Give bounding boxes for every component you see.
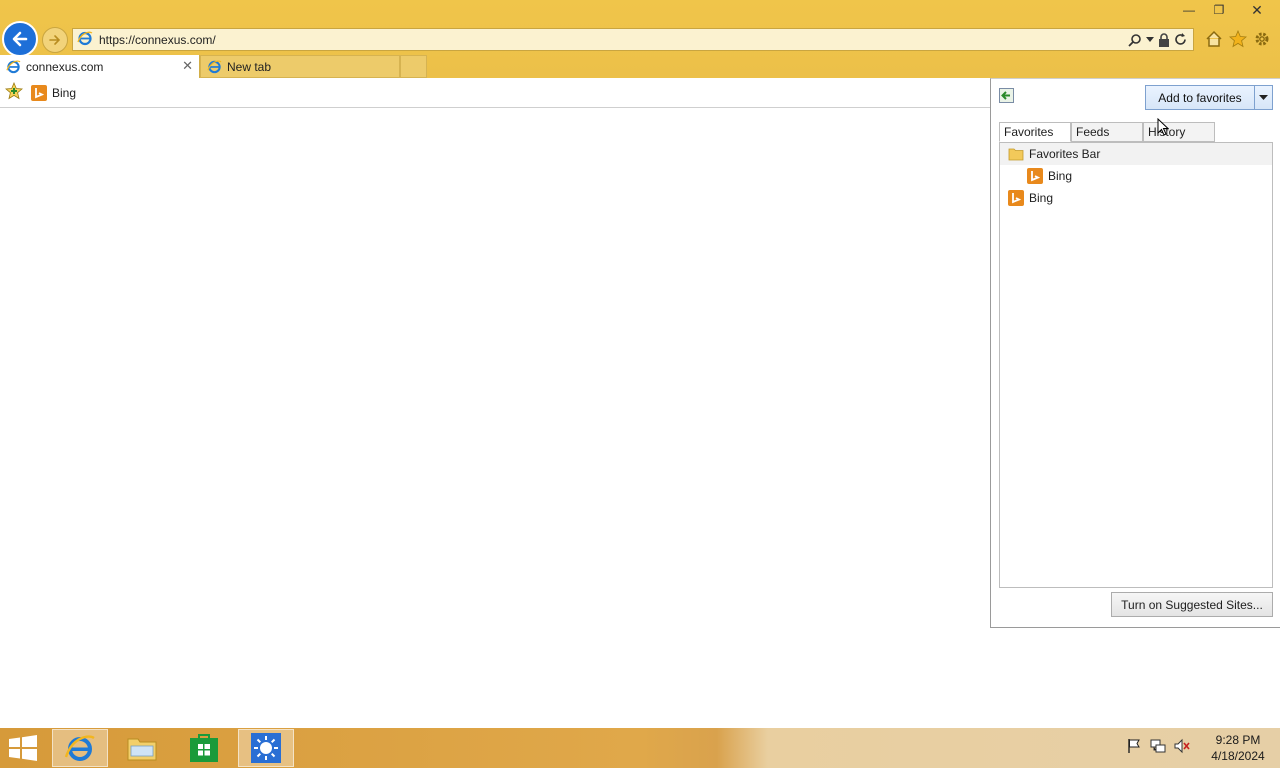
taskbar-app-internet-explorer[interactable] — [52, 729, 108, 767]
store-icon — [190, 734, 218, 762]
system-tray — [1126, 738, 1190, 754]
add-to-favorites-dropdown[interactable] — [1254, 86, 1272, 109]
tree-item-label: Bing — [1029, 191, 1054, 205]
close-window-button[interactable]: ✕ — [1234, 0, 1280, 20]
taskbar-app-file-explorer[interactable] — [114, 729, 170, 767]
tab-feeds[interactable]: Feeds — [1071, 122, 1143, 142]
tree-item-label: Favorites Bar — [1029, 147, 1101, 161]
window-controls: — ❐ ✕ — [1174, 0, 1280, 20]
favorites-pane-tabs: Favorites Feeds History — [999, 122, 1215, 142]
pin-pane-icon[interactable] — [999, 88, 1014, 103]
weather-sun-icon — [251, 733, 281, 763]
favorites-star-icon[interactable] — [1228, 28, 1248, 50]
ie-page-icon — [77, 30, 93, 49]
address-bar[interactable]: https://connexus.com/ — [72, 28, 1194, 51]
taskbar-clock[interactable]: 9:28 PM 4/18/2024 — [1202, 732, 1274, 764]
chevron-down-icon — [1259, 94, 1268, 100]
refresh-icon[interactable] — [1174, 33, 1187, 46]
turn-on-suggested-sites-button[interactable]: Turn on Suggested Sites... — [1111, 592, 1273, 617]
toolbar-buttons — [1204, 28, 1272, 50]
address-text[interactable]: https://connexus.com/ — [99, 33, 1128, 47]
favorites-bar-item-label: Bing — [52, 85, 77, 100]
tab-new-tab[interactable]: New tab — [200, 55, 400, 78]
chevron-down-icon[interactable] — [1146, 36, 1154, 43]
tab-label: connexus.com — [26, 59, 104, 74]
add-to-favorites-button[interactable]: Add to favorites — [1145, 85, 1273, 110]
clock-time: 9:28 PM — [1215, 733, 1261, 747]
folder-icon — [127, 738, 157, 761]
clock-date: 4/18/2024 — [1211, 749, 1265, 763]
home-icon[interactable] — [1204, 28, 1224, 50]
taskbar-app-weather[interactable] — [238, 729, 294, 767]
add-to-favorites-label[interactable]: Add to favorites — [1146, 86, 1254, 109]
favorites-bar: Bing — [0, 78, 990, 108]
search-icon[interactable] — [1128, 33, 1142, 47]
back-arrow-icon — [12, 31, 28, 47]
ie-page-icon — [6, 60, 21, 74]
tab-strip: connexus.com ✕ New tab — [0, 55, 427, 78]
gear-icon[interactable] — [1252, 28, 1272, 50]
minimize-button[interactable]: — — [1174, 0, 1204, 20]
close-tab-icon[interactable]: ✕ — [182, 58, 193, 74]
taskbar: 9:28 PM 4/18/2024 — [0, 728, 1280, 768]
volume-muted-icon[interactable] — [1174, 738, 1190, 754]
tree-item-favorites-bar[interactable]: Favorites Bar — [1000, 143, 1272, 165]
internet-explorer-icon — [64, 735, 95, 761]
windows-start-icon[interactable] — [8, 735, 38, 761]
tree-item-label: Bing — [1048, 169, 1073, 183]
action-center-flag-icon[interactable] — [1126, 738, 1142, 754]
address-actions — [1128, 32, 1187, 47]
tab-favorites[interactable]: Favorites — [999, 122, 1071, 142]
tree-item-bing[interactable]: Bing — [1000, 187, 1272, 209]
forward-arrow-icon — [49, 35, 61, 45]
taskbar-app-store[interactable] — [176, 729, 232, 767]
new-tab-button[interactable] — [400, 55, 427, 78]
favorites-pane: Add to favorites Favorites Feeds History… — [990, 78, 1280, 628]
favorites-bar-item-bing[interactable]: Bing — [31, 84, 77, 101]
favorites-tree: Favorites Bar Bing Bing — [999, 142, 1273, 588]
tree-item-bing-nested[interactable]: Bing — [1000, 165, 1272, 187]
bing-icon — [1008, 190, 1024, 206]
add-to-favorites-bar-icon[interactable] — [5, 81, 23, 103]
browser-chrome: — ❐ ✕ https://connexus.com/ connexus.com… — [0, 0, 1280, 78]
tab-label: New tab — [227, 59, 272, 74]
mouse-cursor-icon — [1157, 117, 1170, 139]
tab-connexus[interactable]: connexus.com ✕ — [0, 55, 200, 78]
restore-button[interactable]: ❐ — [1204, 0, 1234, 20]
lock-icon[interactable] — [1158, 32, 1170, 47]
back-button[interactable] — [2, 21, 38, 57]
tab-history[interactable]: History — [1143, 122, 1215, 142]
bing-icon — [31, 84, 47, 101]
ie-page-icon — [207, 60, 222, 74]
network-icon[interactable] — [1150, 738, 1166, 754]
folder-icon — [1008, 148, 1024, 161]
forward-button[interactable] — [42, 27, 68, 53]
bing-icon — [1027, 168, 1043, 184]
